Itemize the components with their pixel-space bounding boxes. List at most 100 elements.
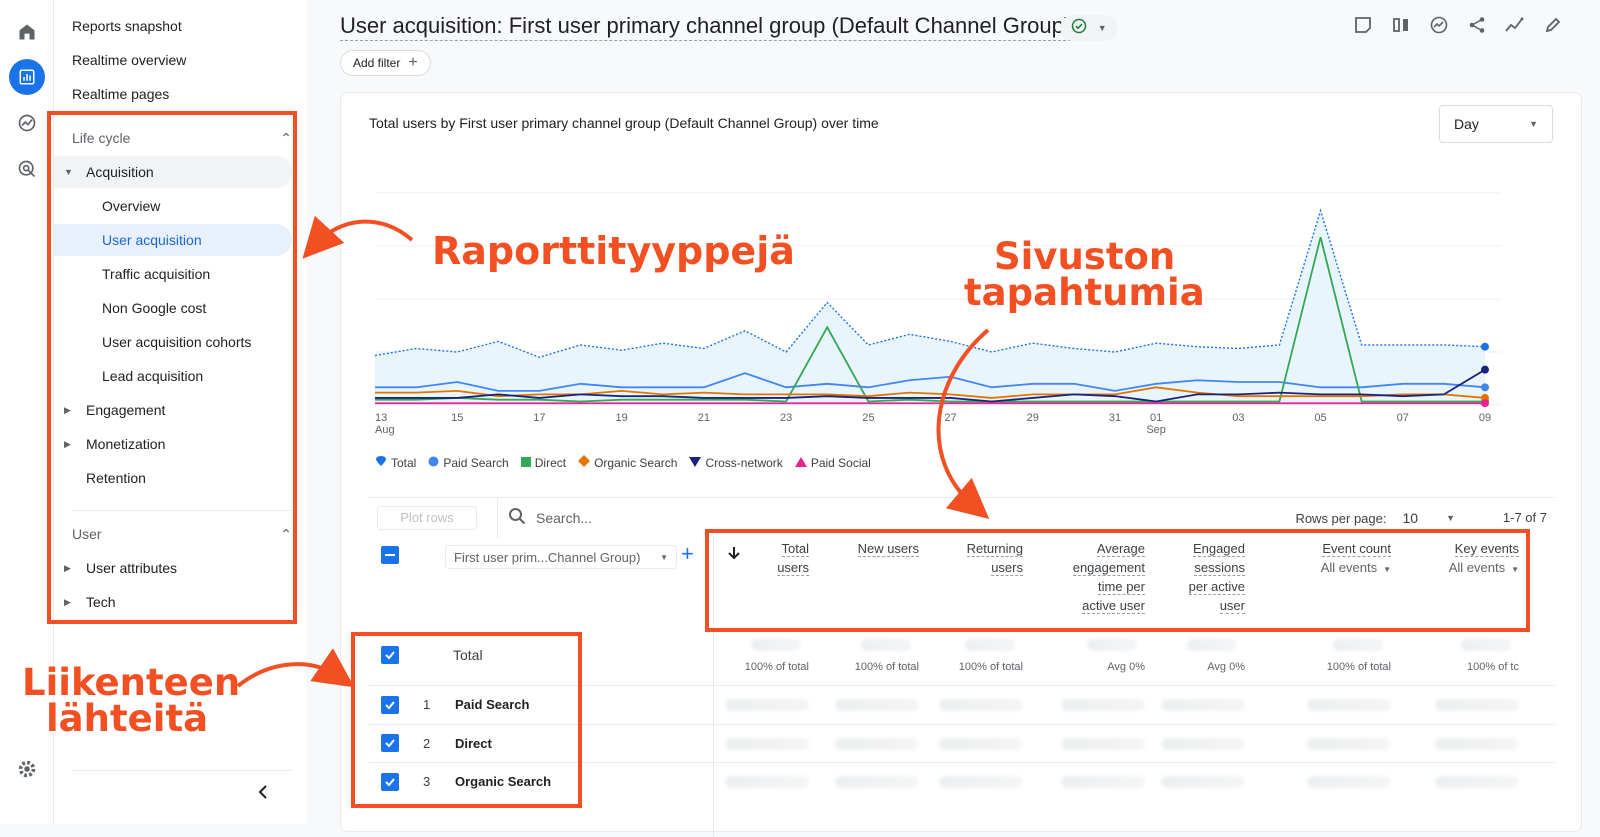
anomaly-icon[interactable] bbox=[1504, 14, 1526, 36]
triangle-up-icon bbox=[794, 456, 807, 470]
dropdown-arrow-icon: ▼ bbox=[1446, 513, 1455, 523]
loading-skeleton bbox=[939, 737, 1023, 750]
settings-gear-icon[interactable] bbox=[16, 758, 38, 785]
nav-realtime-overview[interactable]: Realtime overview bbox=[54, 44, 292, 76]
nav-reports-snapshot[interactable]: Reports snapshot bbox=[54, 10, 292, 42]
rows-per-page-label: Rows per page: bbox=[1295, 510, 1387, 526]
x-tick-label: 09 bbox=[1479, 412, 1491, 424]
share-icon[interactable] bbox=[1466, 14, 1488, 36]
advertising-icon[interactable] bbox=[9, 151, 45, 187]
traffic-sources-annotation-line2: lähteitä bbox=[46, 697, 209, 740]
nav-label: Reports snapshot bbox=[72, 18, 182, 34]
loading-skeleton bbox=[1187, 639, 1237, 651]
legend-label: Direct bbox=[534, 455, 567, 470]
add-dimension-icon[interactable]: + bbox=[681, 541, 694, 567]
nav-label: Realtime pages bbox=[72, 86, 170, 102]
loading-skeleton bbox=[965, 639, 1015, 651]
loading-skeleton bbox=[1307, 699, 1391, 711]
total-percentage: 100% of total bbox=[1326, 661, 1391, 673]
compare-icon[interactable] bbox=[1390, 14, 1412, 36]
legend-item[interactable]: Total bbox=[375, 455, 416, 470]
search-placeholder: Search... bbox=[536, 509, 593, 526]
legend-item[interactable]: Paid Search bbox=[428, 455, 509, 470]
page-title: User acquisition: First user primary cha… bbox=[340, 12, 1072, 41]
nav-label: Realtime overview bbox=[72, 52, 187, 68]
customize-report-icon[interactable] bbox=[1352, 14, 1374, 36]
granularity-select[interactable]: Day ▼ bbox=[1439, 105, 1553, 143]
insights-icon[interactable] bbox=[1428, 14, 1450, 36]
loading-skeleton bbox=[751, 639, 801, 651]
legend-item[interactable]: Organic Search bbox=[578, 455, 677, 470]
total-percentage: Avg 0% bbox=[1107, 661, 1145, 673]
loading-skeleton bbox=[1087, 639, 1137, 651]
x-tick-label: 05 bbox=[1314, 412, 1326, 424]
loading-skeleton bbox=[1435, 776, 1519, 788]
x-tick-label: 07 bbox=[1397, 412, 1409, 424]
pin-icon bbox=[375, 455, 387, 470]
loading-skeleton bbox=[1435, 699, 1519, 711]
legend-item[interactable]: Cross-network bbox=[689, 455, 783, 470]
x-tick-label: 15 bbox=[451, 412, 463, 424]
home-icon[interactable] bbox=[9, 14, 45, 50]
check-circle-icon bbox=[1071, 18, 1087, 39]
total-percentage: 100% of total bbox=[744, 661, 809, 673]
header-select-all-checkbox[interactable] bbox=[381, 543, 399, 564]
x-tick-label: 13 bbox=[375, 412, 387, 424]
report-types-highlight-box bbox=[47, 111, 297, 624]
rows-per-page-select[interactable]: 10 ▼ bbox=[1403, 510, 1456, 526]
series-end-point bbox=[1481, 365, 1489, 374]
edit-pencil-icon[interactable] bbox=[1542, 14, 1564, 36]
x-month-label: Aug bbox=[375, 424, 395, 436]
loading-skeleton bbox=[1061, 699, 1145, 711]
loading-skeleton bbox=[1161, 699, 1245, 711]
loading-skeleton bbox=[1461, 639, 1511, 651]
legend-item[interactable]: Direct bbox=[520, 455, 567, 470]
rows-per-page-value: 10 bbox=[1402, 510, 1419, 526]
plot-rows-button[interactable]: Plot rows bbox=[377, 505, 477, 530]
x-tick-label: 19 bbox=[616, 412, 628, 424]
loading-skeleton bbox=[1307, 737, 1391, 750]
x-tick-label: 03 bbox=[1232, 412, 1244, 424]
x-tick-label: 01 bbox=[1150, 412, 1162, 424]
square-icon bbox=[520, 456, 531, 470]
dimension-select[interactable]: First user prim...Channel Group) ▼ bbox=[445, 545, 677, 569]
dropdown-arrow-icon: ▼ bbox=[1529, 119, 1538, 129]
legend-label: Paid Search bbox=[443, 455, 509, 470]
loading-skeleton bbox=[1061, 776, 1145, 788]
loading-skeleton bbox=[1435, 737, 1519, 750]
legend-label: Total bbox=[391, 455, 417, 470]
add-filter-label: Add filter bbox=[353, 56, 401, 70]
explore-icon[interactable] bbox=[9, 105, 45, 141]
loading-skeleton bbox=[939, 776, 1023, 788]
nav-realtime-pages[interactable]: Realtime pages bbox=[54, 78, 292, 110]
loading-skeleton bbox=[835, 699, 919, 711]
total-percentage: 100% of tc bbox=[1467, 661, 1519, 673]
triangle-down-icon bbox=[689, 456, 702, 470]
dimension-label: First user prim...Channel Group) bbox=[454, 549, 641, 565]
granularity-value: Day bbox=[1454, 116, 1479, 132]
total-percentage: 100% of total bbox=[958, 661, 1023, 673]
loading-skeleton bbox=[725, 776, 809, 788]
x-tick-label: 21 bbox=[698, 412, 710, 424]
circle-icon bbox=[428, 456, 439, 470]
series-end-point bbox=[1481, 399, 1489, 408]
total-percentage: Avg 0% bbox=[1207, 661, 1245, 673]
x-tick-label: 25 bbox=[862, 412, 874, 424]
traffic-sources-highlight-box bbox=[351, 632, 582, 808]
plus-icon: + bbox=[408, 54, 418, 71]
add-filter-button[interactable]: Add filter + bbox=[340, 50, 431, 76]
legend-label: Paid Social bbox=[810, 455, 871, 470]
section-divider bbox=[72, 770, 292, 771]
loading-skeleton bbox=[1161, 776, 1245, 788]
plot-rows-label: Plot rows bbox=[400, 510, 454, 525]
chart-legend: Total Paid Search Direct Organic Search Cros… bbox=[375, 455, 871, 470]
legend-label: Cross-network bbox=[705, 455, 783, 470]
reports-icon[interactable] bbox=[9, 59, 45, 95]
loading-skeleton bbox=[725, 737, 809, 750]
site-events-annotation-line2: tapahtumia bbox=[964, 271, 1205, 314]
collapse-sidebar-icon[interactable] bbox=[256, 784, 270, 805]
loading-skeleton bbox=[861, 639, 911, 651]
report-status-menu[interactable]: ▼ bbox=[1060, 15, 1118, 41]
loading-skeleton bbox=[725, 699, 809, 711]
legend-item[interactable]: Paid Social bbox=[794, 455, 871, 470]
